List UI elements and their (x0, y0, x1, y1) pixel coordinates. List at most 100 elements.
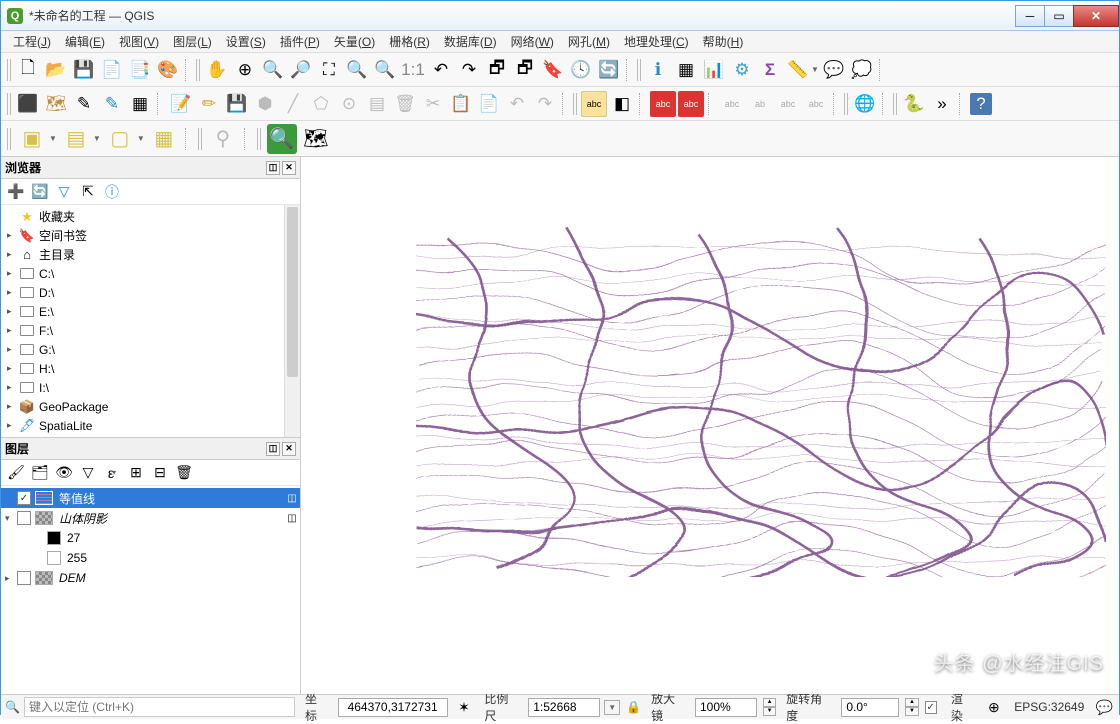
add-feature-icon[interactable]: ⬢ (252, 91, 278, 117)
toolbar-handle[interactable] (573, 93, 579, 115)
menu-plugins[interactable]: 插件(P) (274, 31, 326, 52)
zoom-full-icon[interactable]: ⛶ (316, 57, 342, 83)
save-edits-icon[interactable]: 💾 (224, 91, 250, 117)
add-polygon-icon[interactable]: ⬠ (308, 91, 334, 117)
menu-project[interactable]: 工程(J) (7, 31, 57, 52)
paste-features-icon[interactable]: 📄 (476, 91, 502, 117)
attributes-table-icon[interactable]: ▦ (673, 57, 699, 83)
render-checkbox[interactable]: ✓ (925, 701, 937, 714)
statistics-icon[interactable]: Σ (757, 57, 783, 83)
add-line-icon[interactable]: ╱ (280, 91, 306, 117)
map-canvas[interactable]: 头条 @水经注GIS (301, 157, 1119, 694)
pan-icon[interactable]: ✋ (204, 57, 230, 83)
magnifier-spinner[interactable]: ▲▼ (763, 698, 776, 716)
toolbar-handle[interactable] (7, 128, 13, 150)
zoom-selection-icon[interactable]: 🔍 (344, 57, 370, 83)
new-shapefile-icon[interactable]: ✎ (71, 91, 97, 117)
browser-item-drive-h[interactable]: ▸H:\ (1, 359, 300, 378)
toolbar-handle[interactable] (893, 93, 899, 115)
new-memory-icon[interactable]: ▦ (127, 91, 153, 117)
temporal-icon[interactable]: 🕓 (568, 57, 594, 83)
copy-features-icon[interactable]: 📋 (448, 91, 474, 117)
filter-icon[interactable]: ⚲ (208, 124, 238, 154)
layout-manager-icon[interactable]: 📑 (127, 57, 153, 83)
toolbar-handle[interactable] (844, 93, 850, 115)
minimize-button[interactable]: ─ (1015, 5, 1045, 27)
collapse-all-icon[interactable]: ⇱ (77, 181, 99, 203)
toolbox-icon[interactable]: ⚙ (729, 57, 755, 83)
zoom-next-icon[interactable]: ↷ (456, 57, 482, 83)
zoom-in-icon[interactable]: 🔍 (260, 57, 286, 83)
map-tips-icon[interactable]: 💬 (821, 57, 847, 83)
menu-view[interactable]: 视图(V) (113, 31, 165, 52)
layer-child-27[interactable]: 27 (1, 528, 300, 548)
pan-to-selection-icon[interactable]: ⊕ (232, 57, 258, 83)
toolbar-handle[interactable] (7, 93, 13, 115)
globe-icon[interactable]: 🌐 (852, 91, 878, 117)
browser-item-home[interactable]: ▸⌂主目录 (1, 245, 300, 264)
scale-dropdown-icon[interactable]: ▼ (604, 700, 620, 715)
panel-close-button[interactable]: ✕ (282, 442, 296, 456)
rotation-spinner[interactable]: ▲▼ (905, 698, 918, 716)
redo-icon[interactable]: ↷ (532, 91, 558, 117)
expression-filter-icon[interactable]: ε▾ (101, 462, 123, 484)
identify-icon[interactable]: ℹ (645, 57, 671, 83)
open-project-icon[interactable]: 📂 (43, 57, 69, 83)
zoom-last-icon[interactable]: ↶ (428, 57, 454, 83)
measure-icon[interactable]: 📏 (785, 57, 811, 83)
crs-value[interactable]: EPSG:32649 (1010, 700, 1088, 714)
menu-mesh[interactable]: 网孔(M) (562, 31, 616, 52)
close-button[interactable]: ✕ (1073, 5, 1119, 27)
layers-tree[interactable]: ✓ 等值线 ◫ ▾ 山体阴影 ◫ 27 2 (1, 486, 300, 694)
new-3d-view-icon[interactable]: 🗗 (512, 57, 538, 83)
rotation-input[interactable] (841, 698, 899, 717)
browser-item-favorites[interactable]: ★收藏夹 (1, 207, 300, 226)
panel-float-button[interactable]: ◫ (266, 442, 280, 456)
menu-settings[interactable]: 设置(S) (220, 31, 272, 52)
layer-child-255[interactable]: 255 (1, 548, 300, 568)
filter-legend-icon[interactable]: ▽ (77, 462, 99, 484)
refresh-icon[interactable]: 🔄 (596, 57, 622, 83)
layer-item-contours[interactable]: ✓ 等值线 ◫ (1, 488, 300, 508)
zoom-out-icon[interactable]: 🔎 (288, 57, 314, 83)
add-group-icon[interactable]: 🗂 (29, 462, 51, 484)
open-style-icon[interactable]: 🖌 (5, 462, 27, 484)
layer-visibility-checkbox[interactable]: ✓ (17, 491, 31, 505)
layer-visibility-checkbox[interactable] (17, 571, 31, 585)
toolbar-handle[interactable] (257, 128, 263, 150)
select-features-icon[interactable]: ▣ (17, 124, 47, 154)
zoom-native-icon[interactable]: 1:1 (400, 57, 426, 83)
delete-selected-icon[interactable]: 🗑 (392, 91, 418, 117)
locator-input[interactable] (24, 697, 295, 717)
browser-item-drive-e[interactable]: ▸E:\ (1, 302, 300, 321)
georef-icon[interactable]: 🗺 (301, 124, 331, 154)
layer-item-dem[interactable]: ▸ DEM (1, 568, 300, 588)
toolbar-handle[interactable] (7, 59, 13, 81)
select-all-icon[interactable]: ▦ (149, 124, 179, 154)
show-tips-icon[interactable]: 💭 (849, 57, 875, 83)
overflow-icon[interactable]: » (929, 91, 955, 117)
browser-tree[interactable]: ★收藏夹 ▸🔖空间书签 ▸⌂主目录 ▸C:\ ▸D:\ ▸E:\ ▸F:\ ▸G… (1, 205, 300, 437)
refresh-icon[interactable]: 🔄 (29, 181, 51, 203)
label-rotate-icon[interactable]: abc (775, 91, 801, 117)
new-print-layout-icon[interactable]: 📄 (99, 57, 125, 83)
deselect-icon[interactable]: ▢ (105, 124, 135, 154)
undo-icon[interactable]: ↶ (504, 91, 530, 117)
style-manager-icon[interactable]: 🎨 (155, 57, 181, 83)
menu-layer[interactable]: 图层(L) (167, 31, 218, 52)
magnifier-input[interactable] (695, 698, 757, 717)
browser-scrollbar[interactable] (284, 205, 300, 437)
browser-item-bookmarks[interactable]: ▸🔖空间书签 (1, 226, 300, 245)
vertex-tool-icon[interactable]: ⊙ (336, 91, 362, 117)
select-by-value-icon[interactable]: ▤ (61, 124, 91, 154)
collapse-all-icon[interactable]: ⊟ (149, 462, 171, 484)
toggle-editing-icon[interactable]: ✏ (196, 91, 222, 117)
label-abc-icon[interactable]: abc (581, 91, 607, 117)
menu-processing[interactable]: 地理处理(C) (618, 31, 695, 52)
scale-input[interactable] (528, 698, 600, 717)
label-move-icon[interactable]: ab (747, 91, 773, 117)
add-vector-icon[interactable]: ⬛ (15, 91, 41, 117)
maximize-button[interactable]: ▭ (1044, 5, 1074, 27)
add-layer-icon[interactable]: ➕ (5, 181, 27, 203)
modify-attrs-icon[interactable]: ▤ (364, 91, 390, 117)
